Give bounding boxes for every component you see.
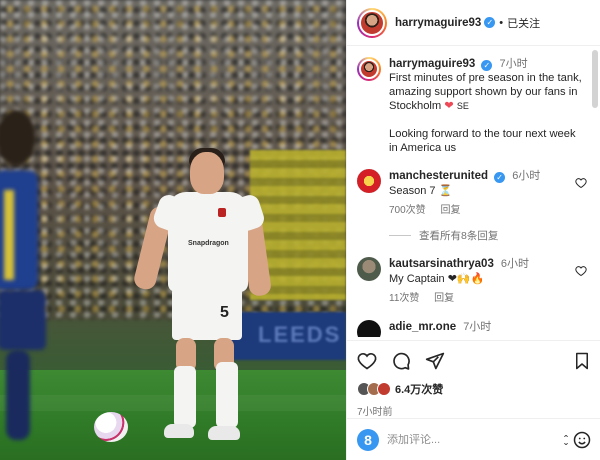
commenter-avatar[interactable] <box>357 320 381 337</box>
comment-time: 7小时 <box>463 321 492 333</box>
player-right-boot <box>208 426 240 440</box>
comment-text: My Captain ❤🙌🔥 <box>389 273 485 285</box>
comment-time: 6小时 <box>512 170 541 182</box>
comment-body: adie_mr.one 7小时 <box>389 320 563 337</box>
action-bar: 6.4万次赞 7小时前 <box>347 340 600 418</box>
reply-button[interactable]: 回复 <box>434 293 454 304</box>
manchester-united-avatar[interactable] <box>357 169 381 193</box>
reply-button[interactable]: 回复 <box>440 205 460 216</box>
player-left-sock <box>174 366 196 428</box>
action-icons <box>357 349 591 373</box>
caption-username[interactable]: harrymaguire93 <box>389 58 475 70</box>
author-avatar[interactable] <box>357 7 387 38</box>
post-header: harrymaguire93 ✓ • 已关注 <box>347 0 600 46</box>
liker-avatar[interactable] <box>377 382 391 396</box>
comment-like-heart-icon[interactable] <box>575 265 587 277</box>
emoji-smiley-icon <box>573 431 591 448</box>
post-photo[interactable]: LEEDS Snapdragon 5 <box>0 0 346 460</box>
emoji-picker-button[interactable] <box>561 431 591 449</box>
caption-time: 7小时 <box>499 58 528 70</box>
opponent-shirt-stripe <box>4 190 14 280</box>
comment-body: manchesterunited ✓ 6小时 Season 7 ⏳ 700次赞 … <box>389 169 563 218</box>
player-left-boot <box>164 424 194 438</box>
save-bookmark-icon[interactable] <box>573 351 591 371</box>
player-right-sock <box>216 362 238 428</box>
football <box>94 412 128 442</box>
comment-composer: 8 <box>347 418 600 460</box>
pitch <box>0 370 346 460</box>
caption-line-2: Looking forward to the tour next week in… <box>389 128 576 154</box>
comment-meta: 11次赞 回复 <box>389 291 563 306</box>
player-shorts <box>172 288 242 340</box>
comment-username[interactable]: kautsarsinathrya03 <box>389 258 494 270</box>
caption-text: harrymaguire93 ✓ 7小时 First minutes of pr… <box>389 57 585 155</box>
comment-item: manchesterunited ✓ 6小时 Season 7 ⏳ 700次赞 … <box>357 169 587 218</box>
sort-arrows-icon <box>564 434 568 445</box>
header-separator: • <box>499 16 504 29</box>
club-crest <box>218 208 226 217</box>
caption-line-1: First minutes of pre season in the tank,… <box>389 72 582 112</box>
comments-scroll-area[interactable]: harrymaguire93 ✓ 7小时 First minutes of pr… <box>347 47 600 337</box>
comment-time: 6小时 <box>500 258 530 270</box>
comment-item: adie_mr.one 7小时 <box>357 320 587 337</box>
opponent-shorts <box>0 290 46 350</box>
view-replies-link[interactable]: 查看所有8条回复 <box>389 228 587 243</box>
comment-bubble-icon[interactable] <box>391 351 411 371</box>
verified-badge-icon: ✓ <box>494 172 506 183</box>
share-paper-plane-icon[interactable] <box>425 351 445 371</box>
comment-text: Season 7 ⏳ <box>389 185 453 197</box>
comment-username[interactable]: manchesterunited <box>389 170 488 182</box>
verified-badge-icon: ✓ <box>484 17 496 28</box>
comment-body: kautsarsinathrya03 6小时 My Captain ❤🙌🔥 11… <box>389 257 563 306</box>
comment-username[interactable]: adie_mr.one <box>389 321 456 333</box>
comment-input[interactable] <box>387 433 537 446</box>
likes-count[interactable]: 6.4万次赞 <box>395 381 443 397</box>
like-heart-icon[interactable] <box>357 351 377 371</box>
comment-item: kautsarsinathrya03 6小时 My Captain ❤🙌🔥 11… <box>357 257 587 306</box>
app-shortcut-icon[interactable]: 8 <box>357 428 379 451</box>
comment-like-heart-icon[interactable] <box>575 177 587 189</box>
instagram-post: LEEDS Snapdragon 5 harrymaguire93 ✓ • 已关… <box>0 0 600 460</box>
sweden-flag-icon: SE <box>456 101 469 111</box>
banner-text: LEEDS <box>258 322 342 347</box>
red-heart-emoji-icon: ❤ <box>444 100 454 112</box>
comment-like-count[interactable]: 700次赞 <box>389 205 426 216</box>
caption-avatar[interactable] <box>357 57 381 81</box>
likes-summary: 6.4万次赞 <box>357 381 591 397</box>
follow-status-button[interactable]: 已关注 <box>507 15 540 31</box>
pitch-stripe <box>0 395 346 411</box>
post-side-panel: harrymaguire93 ✓ • 已关注 harrymaguire93 ✓ … <box>346 0 600 460</box>
verified-badge-icon: ✓ <box>481 60 493 71</box>
shorts-number: 5 <box>220 304 229 321</box>
commenter-avatar[interactable] <box>357 257 381 281</box>
comment-meta: 700次赞 回复 <box>389 203 563 218</box>
opponent-leg <box>6 350 30 440</box>
comment-like-count[interactable]: 11次赞 <box>389 293 419 304</box>
post-caption: harrymaguire93 ✓ 7小时 First minutes of pr… <box>357 57 587 155</box>
post-timestamp: 7小时前 <box>357 407 393 418</box>
player-head <box>190 152 224 194</box>
scrollbar-thumb[interactable] <box>592 50 598 108</box>
shirt-sponsor: Snapdragon <box>188 240 229 247</box>
author-username[interactable]: harrymaguire93 <box>395 17 481 29</box>
